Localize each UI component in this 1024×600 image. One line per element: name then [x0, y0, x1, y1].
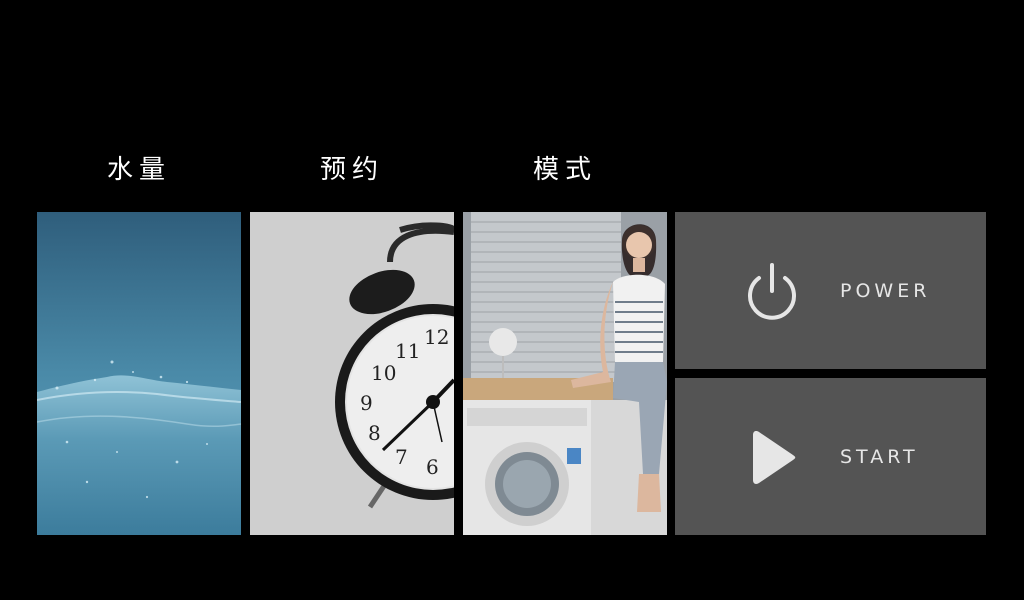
water-wave-image	[37, 212, 241, 535]
svg-text:9: 9	[360, 391, 373, 415]
svg-text:7: 7	[395, 445, 408, 469]
svg-text:6: 6	[426, 455, 439, 479]
mode-tile[interactable]	[463, 212, 667, 535]
schedule-label: 预约	[319, 155, 384, 185]
water-level-label: 水量	[106, 155, 171, 185]
power-button[interactable]: POWER	[675, 212, 986, 369]
svg-text:12: 12	[424, 325, 449, 349]
svg-text:10: 10	[371, 361, 396, 385]
svg-text:11: 11	[395, 339, 420, 363]
power-icon	[748, 262, 796, 320]
svg-text:8: 8	[368, 421, 381, 445]
washing-machine-photo	[463, 212, 667, 535]
water-level-tile[interactable]	[37, 212, 241, 535]
alarm-clock-image: 11 12 10 9 8 7 6	[250, 212, 454, 535]
power-label: POWER	[840, 279, 931, 302]
start-button[interactable]: START	[675, 378, 986, 535]
start-label: START	[840, 445, 919, 468]
play-icon	[753, 430, 796, 484]
schedule-tile[interactable]: 11 12 10 9 8 7 6	[250, 212, 454, 535]
mode-label: 模式	[532, 155, 597, 185]
